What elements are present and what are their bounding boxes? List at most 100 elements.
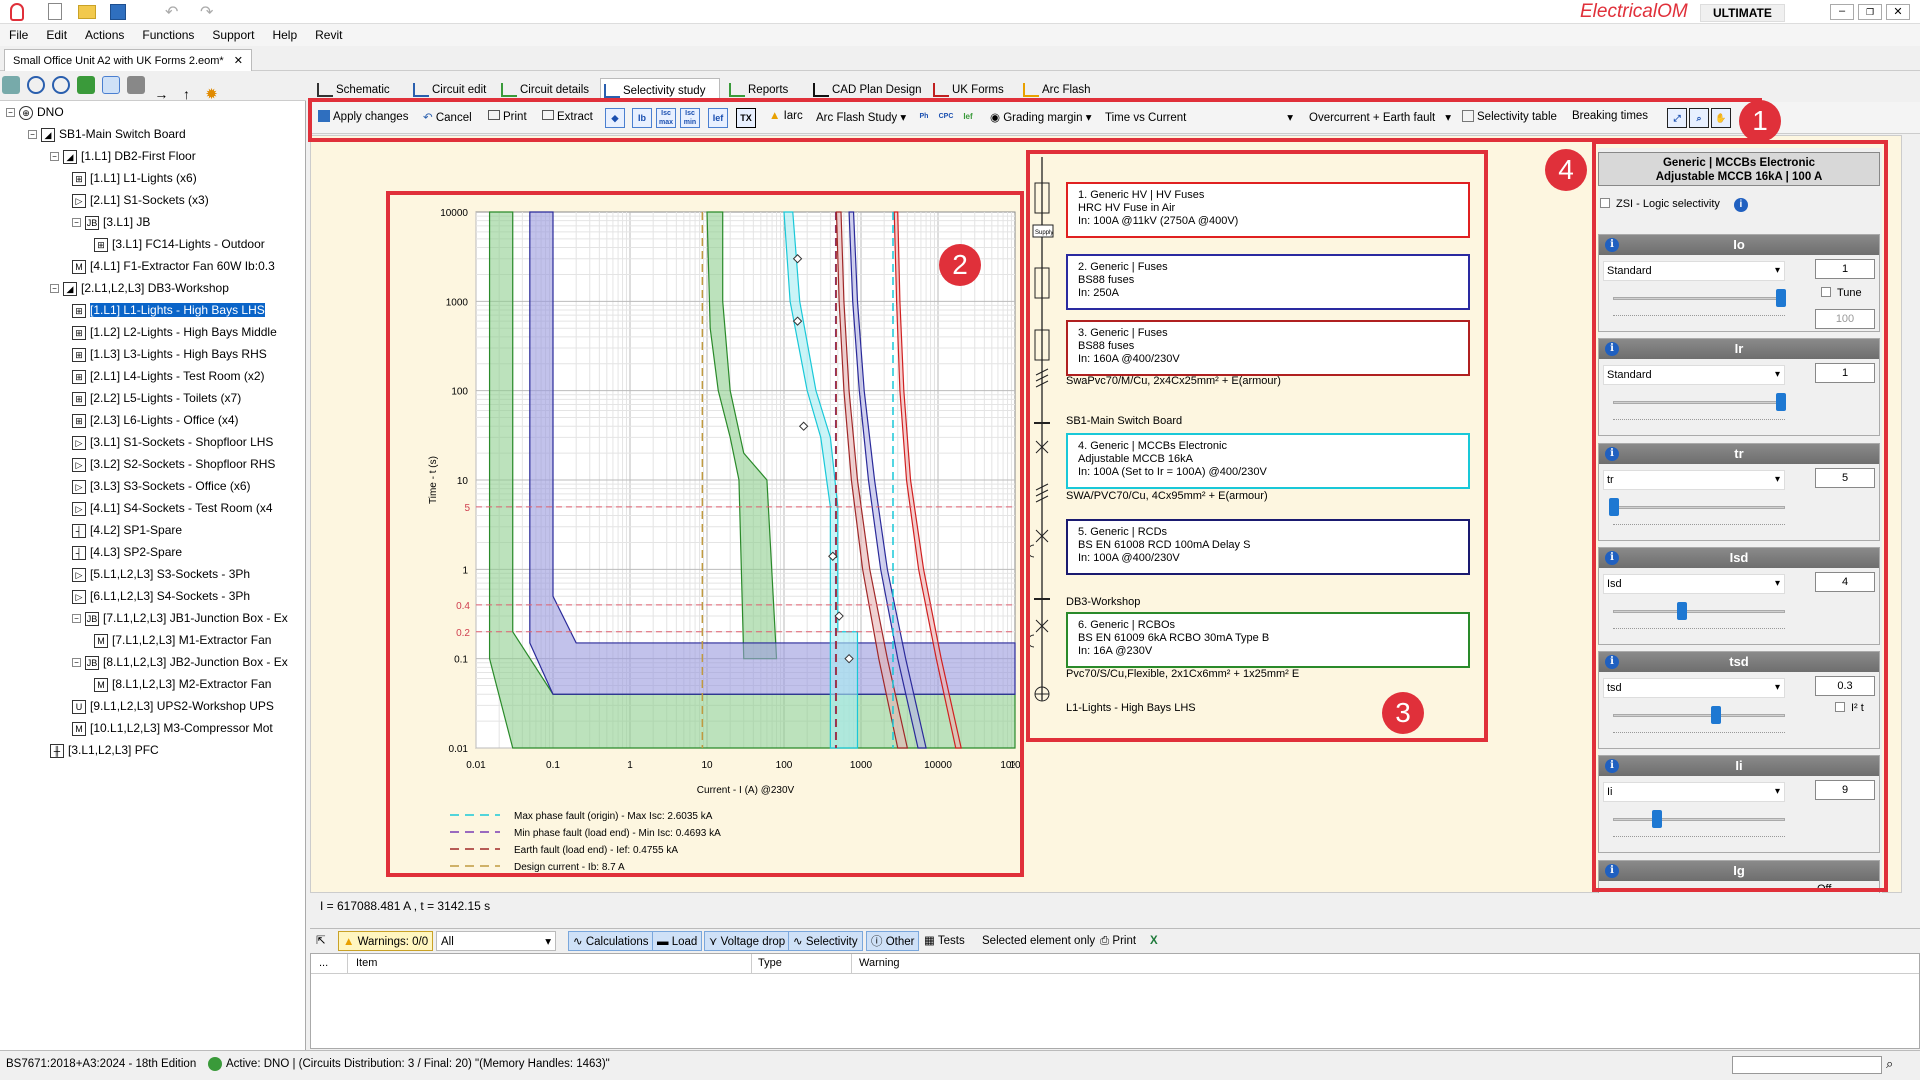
tree-item[interactable]: − ◢ [1.L1] DB2-First Floor	[50, 145, 196, 167]
tab-label: Schematic	[336, 84, 390, 96]
save-icon[interactable]	[110, 4, 126, 20]
tree-item[interactable]: ⊞ [1.L1] L1-Lights (x6)	[72, 167, 197, 189]
grid-col-warning[interactable]: Warning	[859, 957, 900, 969]
tree-item[interactable]: M [4.L1] F1-Extractor Fan 60W Ib:0.3	[72, 255, 275, 277]
tree-item[interactable]: − ⊕ DNO	[6, 101, 64, 123]
other-button[interactable]: ⓘ Other	[866, 931, 920, 951]
tree-item[interactable]: ┤ [4.L3] SP2-Spare	[72, 541, 182, 563]
popout-icon[interactable]: ⇱	[312, 931, 330, 951]
tree-item[interactable]: ▷ [4.L1] S4-Sockets - Test Room (x4	[72, 497, 273, 519]
tree-item[interactable]: − JB [3.L1] JB	[72, 211, 150, 233]
menu-edit[interactable]: Edit	[37, 24, 76, 46]
zoom-out-icon[interactable]	[52, 76, 71, 94]
tree-item-label: [2.L1] S1-Sockets (x3)	[90, 193, 209, 207]
menu-help[interactable]: Help	[263, 24, 306, 46]
menu-revit[interactable]: Revit	[306, 24, 351, 46]
warnings-filter-select[interactable]: All ▾	[436, 931, 556, 951]
board-icon: ◢	[63, 281, 77, 296]
tests-button[interactable]: ▦ Tests	[920, 931, 969, 951]
tree-item[interactable]: U [9.L1,L2,L3] UPS2-Workshop UPS	[72, 695, 274, 717]
tree-item-label: [6.L1,L2,L3] S4-Sockets - 3Ph	[90, 589, 251, 603]
motor-icon: M	[94, 633, 108, 648]
menu-functions[interactable]: Functions	[133, 24, 203, 46]
grid-col-item[interactable]: Item	[356, 957, 377, 969]
warning-icon: ▲	[343, 936, 355, 948]
tree-item-label: [3.L1] JB	[103, 215, 151, 229]
grid-col-type[interactable]: Type	[758, 957, 782, 969]
close-button[interactable]: ✕	[1886, 4, 1910, 20]
tree-item[interactable]: M [8.L1,L2,L3] M2-Extractor Fan	[94, 673, 271, 695]
print-warnings-button[interactable]: ⎙ Print	[1096, 931, 1140, 951]
minimize-button[interactable]: –	[1830, 4, 1854, 20]
tree-item[interactable]: ⊞ [2.L3] L6-Lights - Office (x4)	[72, 409, 239, 431]
tools-icon[interactable]	[127, 76, 146, 94]
tree-item[interactable]: ⊞ [1.L1] L1-Lights - High Bays LHS	[72, 299, 265, 321]
close-tab-icon[interactable]: ✕	[234, 55, 243, 67]
edition-label: ULTIMATE	[1700, 4, 1785, 22]
tree-item[interactable]: ▷ [3.L2] S2-Sockets - Shopfloor RHS	[72, 453, 275, 475]
voltage-drop-button[interactable]: ⋎ Voltage drop	[704, 931, 791, 951]
tree-item[interactable]: ╫ [3.L1,L2,L3] PFC	[50, 739, 159, 761]
tree-expander-icon[interactable]: −	[6, 108, 15, 118]
tab-label: CAD Plan Design	[832, 84, 922, 96]
undo-icon[interactable]: ↶	[165, 2, 178, 22]
tree-settings-icon[interactable]	[2, 76, 20, 94]
tree-item-label: [7.L1,L2,L3] JB1-Junction Box - Ex	[103, 611, 288, 625]
tree-item[interactable]: − JB [8.L1,L2,L3] JB2-Junction Box - Ex	[72, 651, 288, 673]
standard-label: BS7671:2018+A3:2024 - 18th Edition	[6, 1058, 197, 1070]
load-button[interactable]: ▬ Load	[652, 931, 703, 951]
light-icon: ⊞	[72, 413, 86, 428]
excel-export-icon[interactable]: X	[1146, 931, 1162, 951]
tree-item[interactable]: ▷ [6.L1,L2,L3] S4-Sockets - 3Ph	[72, 585, 250, 607]
redo-icon[interactable]: ↷	[200, 2, 213, 22]
tree-expander-icon[interactable]: −	[50, 152, 59, 162]
tree-item[interactable]: M [10.L1,L2,L3] M3-Compressor Mot	[72, 717, 273, 739]
tree-item[interactable]: − ◢ [2.L1,L2,L3] DB3-Workshop	[50, 277, 229, 299]
open-folder-icon[interactable]	[78, 5, 96, 19]
warnings-button[interactable]: ▲ Warnings: 0/0	[338, 931, 434, 951]
tree-expander-icon[interactable]: −	[72, 218, 81, 228]
tree-item[interactable]: ⊞ [2.L1] L4-Lights - Test Room (x2)	[72, 365, 265, 387]
tree-item-label: [1.L1] L1-Lights - High Bays LHS	[90, 303, 265, 317]
tree-item[interactable]: − ◢ SB1-Main Switch Board	[28, 123, 186, 145]
menu-file[interactable]: File	[0, 24, 37, 46]
selected-only-toggle[interactable]: Selected element only	[978, 931, 1099, 951]
tree-item-label: [7.L1,L2,L3] M1-Extractor Fan	[112, 633, 272, 647]
tree-expander-icon[interactable]: −	[50, 284, 59, 294]
junction-box-icon: JB	[85, 215, 99, 230]
restore-button[interactable]: ❐	[1858, 4, 1882, 20]
tree-expander-icon[interactable]: −	[72, 658, 81, 668]
grid-col-expand[interactable]: ...	[319, 957, 328, 969]
menu-support[interactable]: Support	[203, 24, 263, 46]
app-brand: ElectricalOM	[1580, 1, 1688, 22]
active-status: Active: DNO | (Circuits Distribution: 3 …	[226, 1058, 610, 1070]
tree-item[interactable]: ▷ [3.L3] S3-Sockets - Office (x6)	[72, 475, 251, 497]
tree-item[interactable]: ⊞ [3.L1] FC14-Lights - Outdoor	[94, 233, 265, 255]
pan-hand-icon[interactable]	[102, 76, 121, 94]
tree-item[interactable]: ▷ [3.L1] S1-Sockets - Shopfloor LHS	[72, 431, 273, 453]
tree-item[interactable]: ⊞ [2.L2] L5-Lights - Toilets (x7)	[72, 387, 241, 409]
tree-item[interactable]: ┤ [4.L2] SP1-Spare	[72, 519, 182, 541]
warnings-grid: ... Item Type Warning	[310, 953, 1920, 1049]
tree-expander-icon[interactable]: −	[28, 130, 37, 140]
status-search-input[interactable]	[1732, 1056, 1882, 1074]
badge-4: 4	[1545, 149, 1587, 191]
tree-item[interactable]: ▷ [2.L1] S1-Sockets (x3)	[72, 189, 209, 211]
search-icon[interactable]: ⌕	[1886, 1056, 1893, 1072]
menu-actions[interactable]: Actions	[76, 24, 133, 46]
tab-uk-forms-icon	[933, 83, 949, 97]
zoom-in-icon[interactable]	[27, 76, 46, 94]
tree-item[interactable]: ⊞ [1.L2] L2-Lights - High Bays Middle	[72, 321, 277, 343]
sync-icon[interactable]	[77, 76, 96, 94]
tree-item[interactable]: M [7.L1,L2,L3] M1-Extractor Fan	[94, 629, 271, 651]
tree-expander-icon[interactable]: −	[72, 614, 81, 624]
cursor-readout: I = 617088.481 A , t = 3142.15 s	[320, 899, 491, 913]
tab-reports-icon	[729, 83, 745, 97]
new-file-icon[interactable]	[48, 3, 62, 20]
tree-item[interactable]: ▷ [5.L1,L2,L3] S3-Sockets - 3Ph	[72, 563, 250, 585]
tree-item[interactable]: ⊞ [1.L3] L3-Lights - High Bays RHS	[72, 343, 267, 365]
document-tab[interactable]: Small Office Unit A2 with UK Forms 2.eom…	[4, 49, 252, 71]
selectivity-button[interactable]: ∿ Selectivity	[788, 931, 863, 951]
tree-item[interactable]: − JB [7.L1,L2,L3] JB1-Junction Box - Ex	[72, 607, 288, 629]
calculations-button[interactable]: ∿ Calculations	[568, 931, 654, 951]
